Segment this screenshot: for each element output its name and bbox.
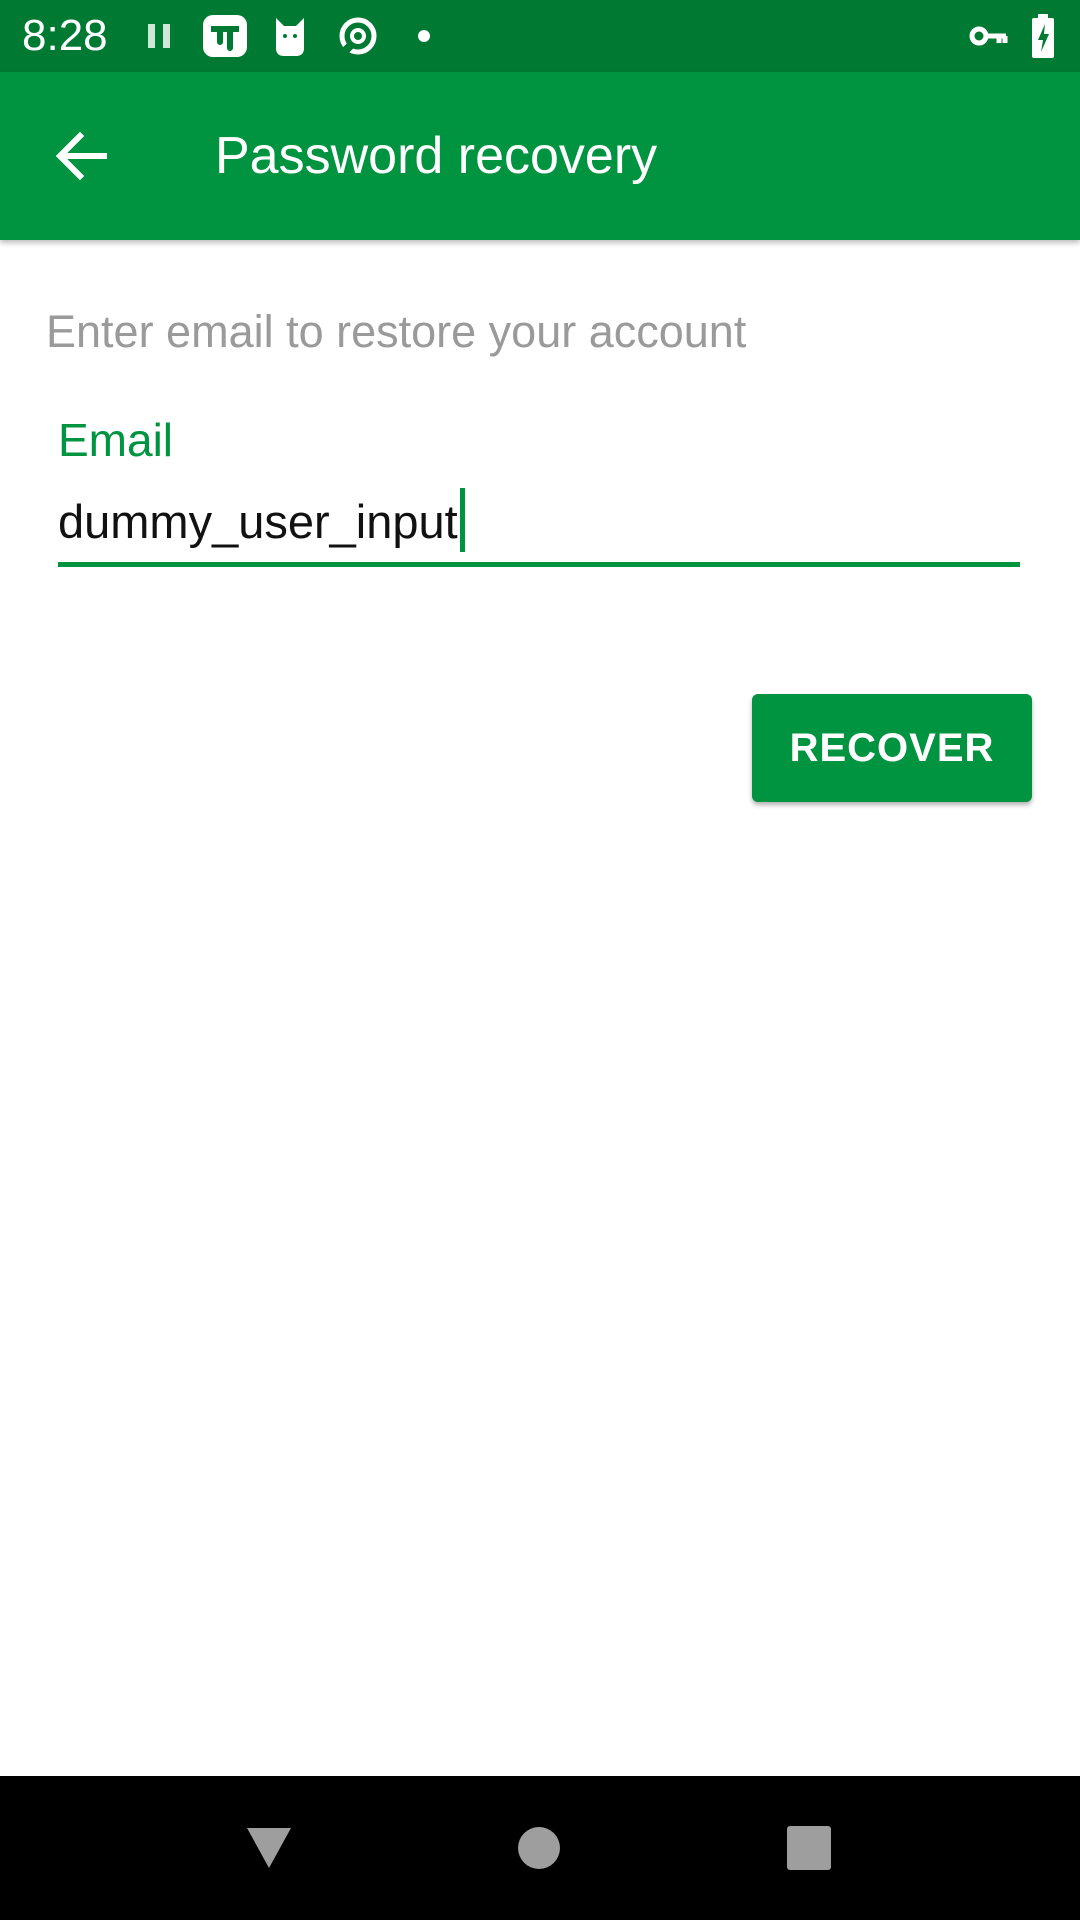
- status-time: 8:28: [22, 11, 108, 60]
- pause-icon: [148, 24, 170, 48]
- nav-back-button[interactable]: [219, 1798, 319, 1898]
- nav-home-button[interactable]: [489, 1798, 589, 1898]
- home-circle-icon: [518, 1827, 560, 1869]
- vpn-key-icon: [969, 26, 1008, 46]
- email-input[interactable]: dummy_user_input: [58, 487, 1020, 567]
- dot-icon: [418, 30, 430, 42]
- email-input-row: dummy_user_input: [58, 487, 465, 558]
- recents-square-icon: [787, 1826, 831, 1870]
- podcast-icon: [339, 17, 377, 57]
- email-field[interactable]: Email dummy_user_input: [58, 410, 1020, 567]
- screen: 8:28 Password recovery Enter email to re…: [0, 0, 1080, 1920]
- email-field-label: Email: [58, 414, 174, 466]
- app-notification-icon: [203, 15, 247, 57]
- status-bar: 8:28: [0, 0, 1080, 72]
- text-caret: [459, 487, 465, 552]
- back-triangle-icon: [247, 1828, 291, 1868]
- back-button[interactable]: [40, 114, 124, 198]
- instruction-text: Enter email to restore your account: [46, 306, 747, 357]
- app-bar: Password recovery: [0, 72, 1080, 240]
- arrow-back-icon: [55, 131, 107, 181]
- battery-charging-icon: [1032, 14, 1054, 58]
- nav-recents-button[interactable]: [759, 1798, 859, 1898]
- page-title: Password recovery: [215, 127, 658, 185]
- recover-button[interactable]: RECOVER: [752, 694, 1032, 802]
- navigation-bar: [0, 1776, 1080, 1920]
- email-input-value: dummy_user_input: [58, 495, 458, 548]
- cat-icon: [276, 18, 304, 56]
